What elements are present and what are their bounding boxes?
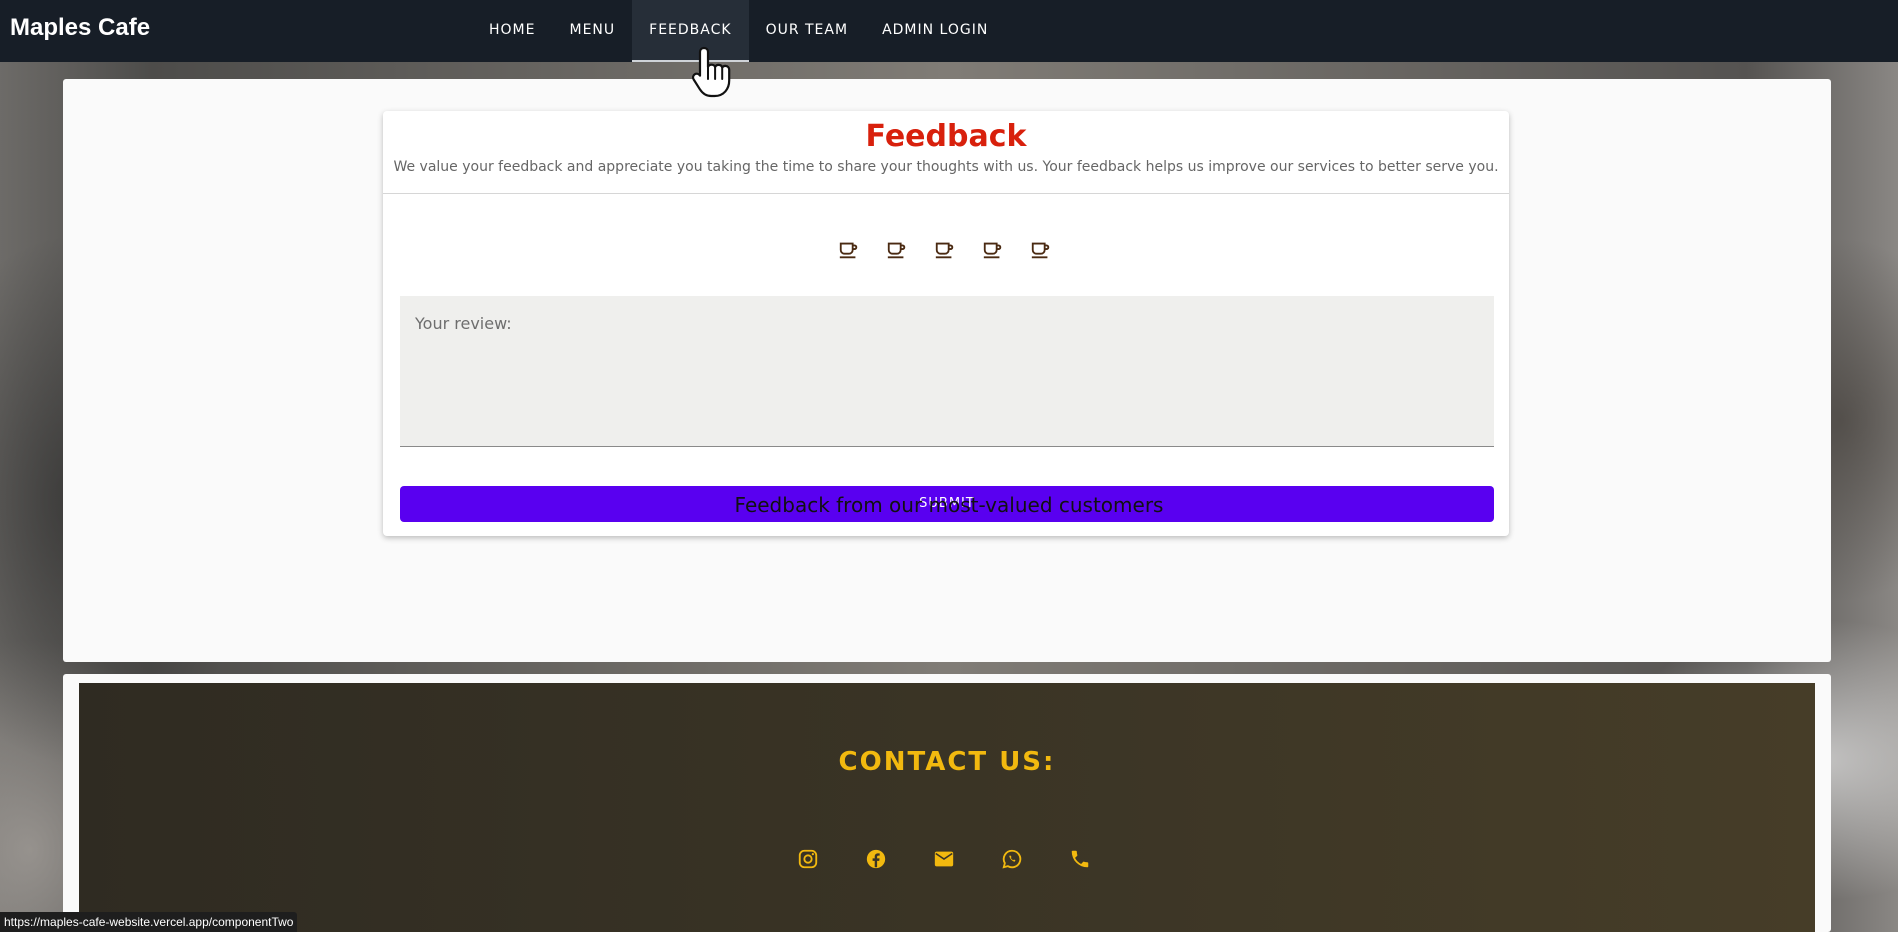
facebook-icon[interactable]	[865, 848, 887, 870]
feedback-subtitle: We value your feedback and appreciate yo…	[393, 159, 1499, 175]
phone-icon[interactable]	[1069, 848, 1091, 870]
navbar: Maples Cafe HOME MENU FEEDBACK OUR TEAM …	[0, 0, 1898, 62]
nav-our-team[interactable]: OUR TEAM	[749, 0, 866, 62]
divider	[383, 193, 1509, 194]
feedback-form-card: Feedback We value your feedback and appr…	[383, 111, 1509, 536]
contact-section: CONTACT US:	[79, 683, 1815, 932]
contact-card: CONTACT US:	[63, 674, 1831, 932]
contact-title: CONTACT US:	[838, 747, 1056, 777]
coffee-cup-icon[interactable]	[838, 239, 860, 261]
email-icon[interactable]	[933, 848, 955, 870]
coffee-cup-icon[interactable]	[1030, 239, 1052, 261]
hand-cursor-icon	[691, 46, 731, 98]
whatsapp-icon[interactable]	[1001, 848, 1023, 870]
coffee-cup-icon[interactable]	[934, 239, 956, 261]
nav-links: HOME MENU FEEDBACK OUR TEAM ADMIN LOGIN	[472, 0, 1005, 62]
feedback-title: Feedback	[865, 119, 1027, 154]
review-textarea[interactable]: Your review:	[400, 296, 1494, 447]
customers-feedback-heading: Feedback from our most-valued customers	[734, 493, 1164, 517]
brand-logo[interactable]: Maples Cafe	[10, 14, 150, 42]
review-placeholder: Your review:	[415, 314, 512, 333]
nav-menu[interactable]: MENU	[552, 0, 632, 62]
nav-admin-login[interactable]: ADMIN LOGIN	[865, 0, 1005, 62]
status-bar-url: https://maples-cafe-website.vercel.app/c…	[0, 912, 298, 932]
coffee-cup-icon[interactable]	[886, 239, 908, 261]
coffee-rating	[838, 239, 1052, 261]
coffee-cup-icon[interactable]	[982, 239, 1004, 261]
nav-home[interactable]: HOME	[472, 0, 552, 62]
social-links	[797, 848, 1091, 870]
instagram-icon[interactable]	[797, 848, 819, 870]
